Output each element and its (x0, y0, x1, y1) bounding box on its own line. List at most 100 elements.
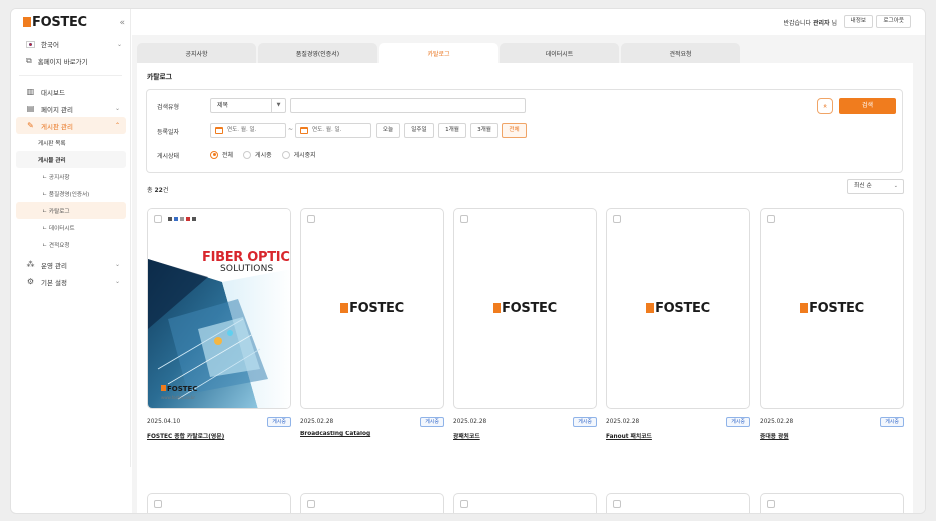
sidebar-sub-catalog[interactable]: ㄴ 카탈로그 (16, 202, 126, 219)
status-stopped-radio[interactable]: 게시중지 (281, 150, 316, 159)
select-checkbox[interactable] (767, 500, 775, 508)
sidebar-item-page-manage[interactable]: ▤ 페이지 관리 ⌄ (16, 100, 126, 117)
catalog-thumbnail[interactable] (300, 493, 444, 513)
sidebar-sub-post-manage[interactable]: 게시물 관리 (16, 151, 126, 168)
brand-logo[interactable]: FOSTEC (23, 15, 87, 30)
tab-catalog[interactable]: 카탈로그 (379, 43, 498, 63)
select-checkbox[interactable] (767, 215, 775, 223)
my-info-button[interactable]: 내정보 (843, 15, 873, 28)
chevron-down-icon: ⌄ (114, 278, 120, 285)
catalog-card[interactable] (760, 493, 904, 513)
catalog-card[interactable] (606, 493, 750, 513)
status-all-radio[interactable]: 전체 (210, 150, 233, 159)
card-title-link[interactable]: FOSTEC 종합 카탈로그(영문) (147, 431, 291, 440)
search-button[interactable]: 검색 (839, 98, 896, 114)
select-checkbox[interactable] (154, 500, 162, 508)
select-checkbox[interactable] (307, 500, 315, 508)
board-tabs: 공지사항 품질경영(인증서) 카탈로그 데이터시트 견적요청 (137, 43, 740, 63)
tab-quality[interactable]: 품질경영(인증서) (258, 43, 377, 63)
placeholder-logo: FOSTEC (607, 301, 749, 316)
placeholder-logo: FOSTEC (454, 301, 596, 316)
catalog-card[interactable]: FOSTEC 2025.02.28 게시중 Fanout 패치코드 (606, 208, 750, 440)
catalog-thumbnail[interactable] (453, 493, 597, 513)
catalog-thumbnail[interactable]: FIBER OPTIC SOLUTIONS FOSTEC www.fostec.… (147, 208, 291, 409)
sidebar-item-operation[interactable]: ⁂ 운영 관리 ⌄ (16, 256, 126, 273)
logo-square-icon (646, 303, 655, 313)
language-selector[interactable]: 한국어 ⌄ (26, 39, 122, 49)
quick-week-button[interactable]: 일주일 (404, 123, 434, 138)
logout-button[interactable]: 로그아웃 (876, 15, 911, 28)
card-title-link[interactable]: Broadcasting Catalog (300, 431, 444, 437)
card-meta: 2025.02.28 게시중 (453, 415, 597, 429)
sidebar-item-label: 페이지 관리 (41, 105, 73, 114)
org-icon: ⁂ (26, 260, 35, 269)
greeting: 반갑습니다 관리자 님 (783, 18, 837, 27)
start-date-input[interactable]: 연도. 월. 일. (210, 123, 286, 138)
select-checkbox[interactable] (307, 215, 315, 223)
logo-square-icon (493, 303, 502, 313)
status-badge: 게시중 (573, 417, 597, 427)
sidebar-sub-board-list[interactable]: 게시판 목록 (16, 134, 126, 151)
catalog-thumbnail[interactable] (147, 493, 291, 513)
search-keyword-input[interactable] (290, 98, 526, 113)
select-checkbox[interactable] (613, 500, 621, 508)
sort-select[interactable]: 최신 순 ⌄ (847, 179, 904, 194)
catalog-card[interactable]: FIBER OPTIC SOLUTIONS FOSTEC www.fostec.… (147, 208, 291, 440)
catalog-thumbnail[interactable] (606, 493, 750, 513)
placeholder-logo: FOSTEC (301, 301, 443, 316)
status-badge: 게시중 (726, 417, 750, 427)
calendar-icon (215, 127, 223, 134)
end-date-input[interactable]: 연도. 월. 일. (295, 123, 371, 138)
catalog-thumbnail[interactable]: FOSTEC (606, 208, 750, 409)
sidebar-sub-quality[interactable]: ㄴ 품질경영(인증서) (16, 185, 126, 202)
card-meta: 2025.02.28 게시중 (300, 415, 444, 429)
catalog-thumbnail[interactable]: FOSTEC (760, 208, 904, 409)
collapse-sidebar-icon[interactable]: « (119, 18, 125, 28)
placeholder-logo-text: FOSTEC (655, 301, 710, 316)
catalog-card[interactable] (453, 493, 597, 513)
card-title-link[interactable]: Fanout 패치코드 (606, 431, 750, 440)
sidebar-item-dashboard[interactable]: ▥ 대시보드 (16, 83, 126, 100)
collapse-filter-button[interactable]: « (817, 98, 833, 114)
tab-quote[interactable]: 견적요청 (621, 43, 740, 63)
sidebar-sub-quote[interactable]: ㄴ 견적요청 (16, 236, 126, 253)
logo-square-icon (161, 385, 166, 391)
card-title-link[interactable]: 광패치코드 (453, 431, 597, 440)
tab-datasheet[interactable]: 데이터시트 (500, 43, 619, 63)
external-link-icon: ⧉ (26, 56, 32, 65)
catalog-card[interactable]: FOSTEC 2025.02.28 게시중 Broadcasting Catal… (300, 208, 444, 437)
select-checkbox[interactable] (460, 500, 468, 508)
search-type-select[interactable]: 제목 ▼ (210, 98, 286, 113)
catalog-thumbnail[interactable]: FOSTEC (300, 208, 444, 409)
select-checkbox[interactable] (613, 215, 621, 223)
status-posted-label: 게시중 (255, 152, 272, 159)
sidebar-item-label: 대시보드 (41, 88, 65, 97)
status-posted-radio[interactable]: 게시중 (243, 150, 272, 159)
card-date: 2025.02.28 (606, 419, 640, 425)
cover-photo-graphic (148, 259, 290, 408)
date-separator: ~ (288, 126, 294, 133)
catalog-thumbnail[interactable]: FOSTEC (453, 208, 597, 409)
quick-1month-button[interactable]: 1개월 (438, 123, 466, 138)
catalog-card[interactable]: FOSTEC 2025.02.28 게시중 증대용 광원 (760, 208, 904, 440)
tab-notice[interactable]: 공지사항 (137, 43, 256, 63)
sidebar-item-settings[interactable]: ⚙ 기본 설정 ⌄ (16, 273, 126, 290)
quick-today-button[interactable]: 오늘 (376, 123, 400, 138)
cover-brand-name: FOSTEC (167, 385, 198, 393)
card-title-link[interactable]: 증대용 광원 (760, 431, 904, 440)
catalog-card[interactable] (300, 493, 444, 513)
catalog-thumbnail[interactable] (760, 493, 904, 513)
select-checkbox[interactable] (154, 215, 162, 223)
sidebar-sub-notice[interactable]: ㄴ 공지사항 (16, 168, 126, 185)
catalog-card[interactable] (147, 493, 291, 513)
quick-all-button[interactable]: 전체 (502, 123, 527, 138)
homepage-link[interactable]: ⧉ 홈페이지 바로가기 (26, 56, 122, 66)
quick-3month-button[interactable]: 3개월 (470, 123, 498, 138)
catalog-grid: FIBER OPTIC SOLUTIONS FOSTEC www.fostec.… (147, 208, 904, 448)
catalog-card[interactable]: FOSTEC 2025.02.28 게시중 광패치코드 (453, 208, 597, 440)
gear-icon: ⚙ (26, 277, 35, 286)
sidebar-sub-datasheet[interactable]: ㄴ 데이터시트 (16, 219, 126, 236)
select-checkbox[interactable] (460, 215, 468, 223)
end-date-placeholder: 연도. 월. 일. (312, 127, 342, 133)
sidebar-item-board-manage[interactable]: ✎ 게시판 관리 ⌃ (16, 117, 126, 134)
